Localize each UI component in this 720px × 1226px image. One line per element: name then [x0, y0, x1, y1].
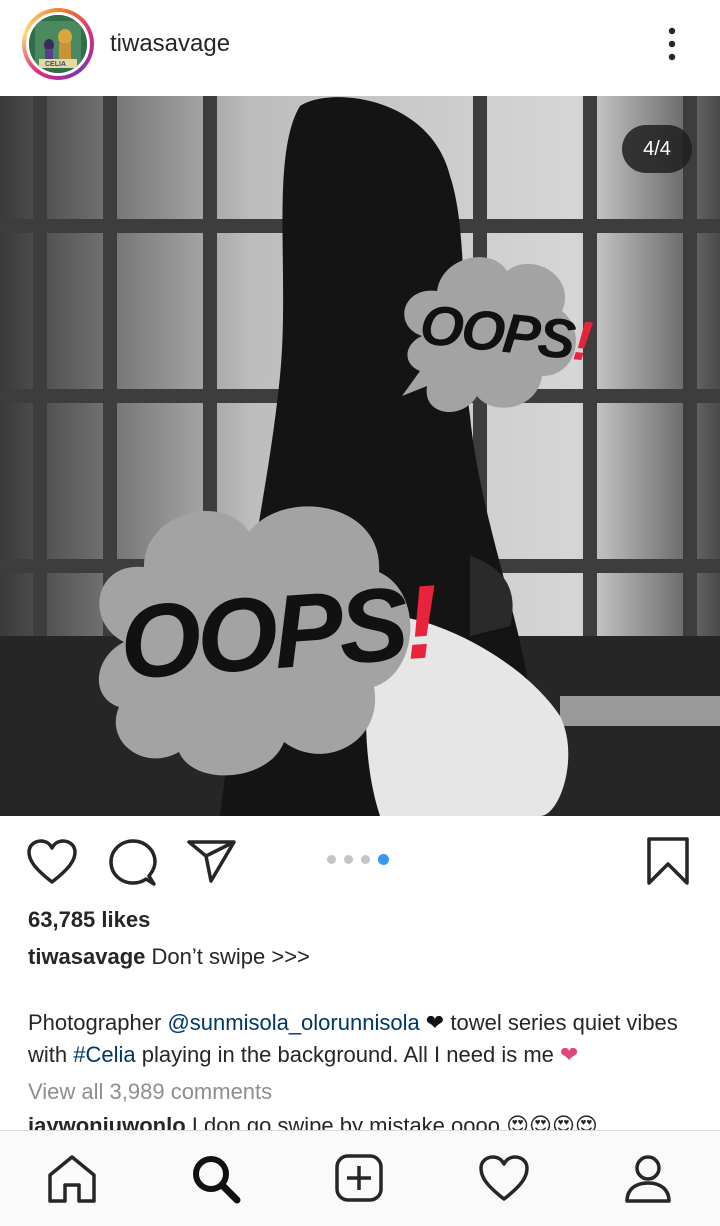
share-button[interactable]	[186, 838, 238, 889]
view-all-comments-link[interactable]: View all 3,989 comments	[28, 1079, 272, 1105]
caption-headline: tiwasavage Don’t swipe >>>	[28, 944, 310, 970]
search-icon	[193, 1156, 241, 1204]
comment-preview: iaywoniuwonlo I don go swipe by mistake …	[28, 1113, 720, 1131]
activity-heart-icon	[479, 1155, 529, 1201]
nav-search[interactable]	[190, 1153, 242, 1205]
carousel-dot-active	[378, 853, 389, 865]
post-image[interactable]: OOPS! OOPS!	[0, 96, 720, 816]
save-button[interactable]	[646, 836, 690, 891]
add-post-icon	[335, 1154, 383, 1202]
more-vertical-icon	[668, 27, 676, 61]
hashtag-link[interactable]: #Celia	[73, 1042, 135, 1067]
avatar[interactable]: CELIA	[26, 12, 90, 76]
carousel-dot	[361, 854, 370, 864]
caption-text: Photographer	[28, 1010, 168, 1035]
carousel-counter: 4/4	[622, 125, 692, 173]
nav-activity[interactable]	[478, 1153, 530, 1205]
more-options-button[interactable]	[656, 24, 688, 64]
caption-headline-text: Don’t swipe >>>	[145, 944, 310, 969]
caption-text: playing in the background. All I need is…	[135, 1042, 560, 1067]
nav-home[interactable]	[46, 1153, 98, 1205]
bookmark-icon	[647, 837, 689, 885]
comment-icon	[109, 839, 157, 886]
black-heart-emoji: ❤	[419, 1010, 445, 1035]
carousel-dot	[344, 854, 353, 864]
mention-link[interactable]: @sunmisola_olorunnisola	[167, 1010, 419, 1035]
story-ring[interactable]: CELIA	[22, 8, 94, 80]
carousel-dot	[327, 854, 336, 864]
avatar-label: CELIA	[45, 61, 66, 68]
home-icon	[48, 1155, 96, 1203]
comment-author[interactable]: iaywoniuwonlo	[28, 1113, 186, 1131]
heart-icon	[27, 839, 77, 884]
post-header: CELIA tiwasavage	[0, 0, 720, 96]
comment-button[interactable]	[108, 838, 158, 893]
profile-icon	[625, 1155, 671, 1203]
carousel-indicator	[327, 853, 389, 865]
nav-profile[interactable]	[622, 1153, 674, 1205]
share-icon	[187, 840, 236, 883]
like-button[interactable]	[26, 838, 78, 891]
oops-sticker-large: OOPS!	[116, 564, 439, 702]
likes-count[interactable]: 63,785 likes	[28, 907, 150, 933]
caption-author[interactable]: tiwasavage	[28, 944, 145, 969]
comment-text: I don go swipe by mistake oooo 😍😍😍😍	[185, 1113, 598, 1131]
post-username[interactable]: tiwasavage	[110, 30, 230, 58]
caption-body: Photographer @sunmisola_olorunnisola ❤ t…	[28, 1007, 698, 1071]
bottom-navigation	[0, 1130, 720, 1226]
pink-heart-emoji: ❤	[560, 1042, 579, 1067]
nav-new-post[interactable]	[334, 1153, 386, 1205]
